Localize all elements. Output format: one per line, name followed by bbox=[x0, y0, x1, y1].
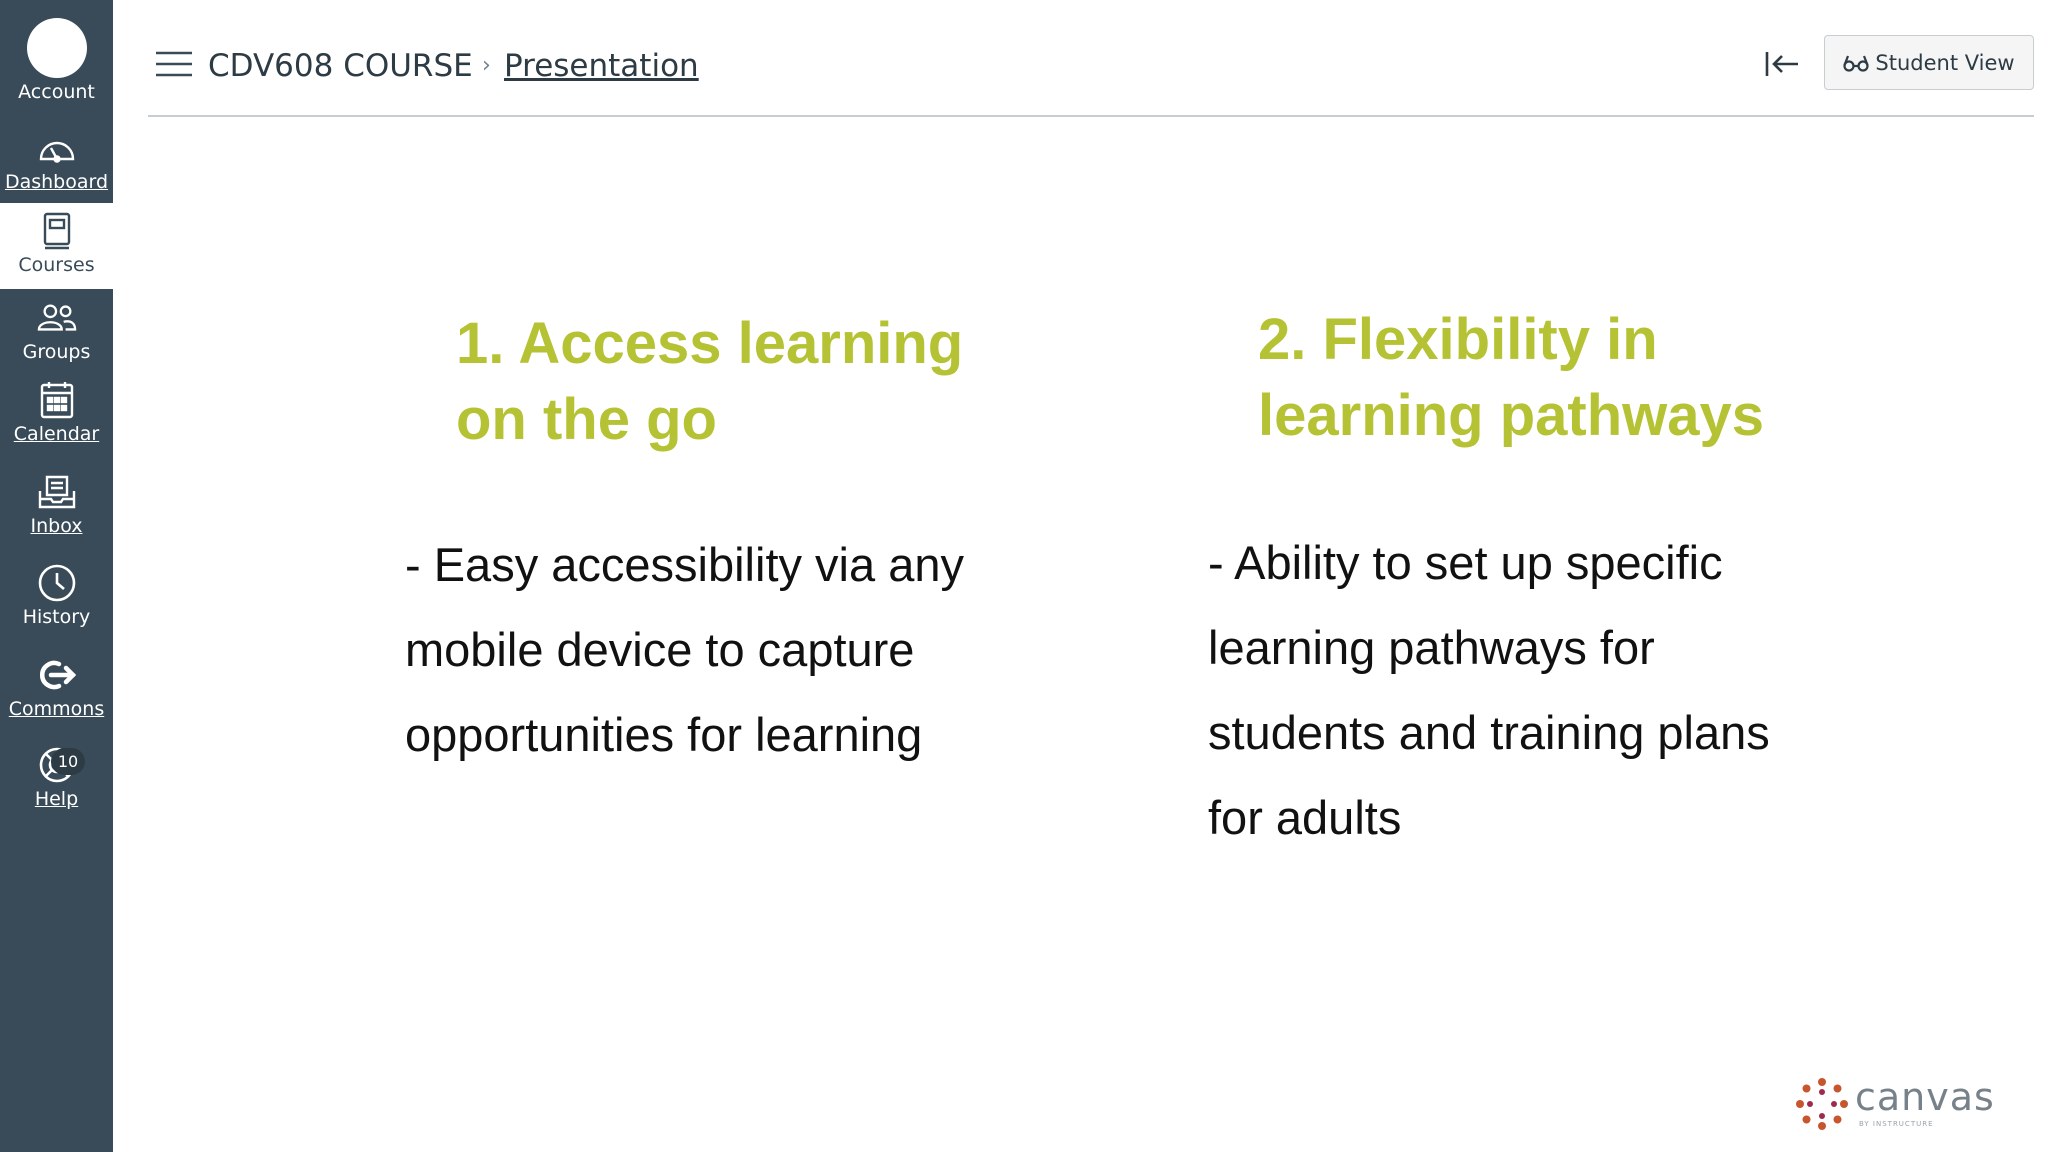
nav-inbox-label: Inbox bbox=[30, 515, 83, 537]
nav-dashboard[interactable]: Dashboard bbox=[0, 128, 113, 193]
nav-help[interactable]: 10 Help bbox=[0, 745, 113, 810]
nav-groups[interactable]: Groups bbox=[0, 298, 113, 363]
student-view-label: Student View bbox=[1875, 50, 2015, 75]
nav-account[interactable]: Account bbox=[0, 18, 113, 103]
slide-body-2-line1: - Ability to set up specific bbox=[1208, 536, 1723, 589]
inbox-icon bbox=[37, 472, 77, 512]
nav-calendar-label: Calendar bbox=[13, 423, 100, 445]
calendar-icon bbox=[37, 380, 77, 420]
nav-history-label: History bbox=[22, 606, 91, 628]
avatar bbox=[26, 18, 87, 78]
slide-heading-1-line1: 1. Access learning bbox=[456, 311, 964, 376]
hamburger-menu-icon[interactable] bbox=[156, 50, 192, 78]
global-nav: Account Dashboard Courses Groups Calenda… bbox=[0, 0, 113, 1152]
nav-account-label: Account bbox=[18, 81, 95, 103]
breadcrumb-current-page[interactable]: Presentation bbox=[504, 48, 699, 84]
dashboard-icon bbox=[37, 128, 77, 168]
commons-icon bbox=[37, 655, 77, 695]
slide-body-2-line2: learning pathways for bbox=[1208, 621, 1655, 674]
canvas-logo-tagline: BY INSTRUCTURE bbox=[1859, 1120, 1934, 1128]
breadcrumb-separator: › bbox=[482, 53, 491, 78]
slide-body-2-line4: for adults bbox=[1208, 791, 1402, 844]
canvas-logo: canvas BY INSTRUCTURE bbox=[1795, 1075, 1995, 1135]
slide-heading-2-line1: 2. Flexibility in bbox=[1258, 307, 1658, 372]
student-view-button[interactable]: Student View bbox=[1824, 35, 2034, 90]
help-badge: 10 bbox=[51, 748, 85, 775]
nav-groups-label: Groups bbox=[22, 341, 91, 363]
slide-body-1-line2: mobile device to capture bbox=[405, 623, 915, 676]
nav-history[interactable]: History bbox=[0, 563, 113, 628]
slide-heading-1-line2: on the go bbox=[456, 387, 717, 452]
canvas-logo-wordmark: canvas bbox=[1855, 1075, 1995, 1119]
collapse-left-icon[interactable] bbox=[1762, 46, 1802, 82]
nav-calendar[interactable]: Calendar bbox=[0, 380, 113, 445]
courses-icon bbox=[37, 211, 77, 251]
slide-body-2-line3: students and training plans bbox=[1208, 706, 1770, 759]
slide-heading-2-line2: learning pathways bbox=[1258, 383, 1765, 448]
history-icon bbox=[37, 563, 77, 603]
nav-commons[interactable]: Commons bbox=[0, 655, 113, 720]
nav-courses-label: Courses bbox=[18, 254, 95, 276]
nav-commons-label: Commons bbox=[8, 698, 105, 720]
nav-help-label: Help bbox=[34, 788, 79, 810]
nav-inbox[interactable]: Inbox bbox=[0, 472, 113, 537]
slide-body-1-line3: opportunities for learning bbox=[405, 708, 923, 761]
canvas-logo-mark bbox=[1796, 1078, 1848, 1130]
breadcrumb-course[interactable]: CDV608 COURSE bbox=[208, 48, 473, 84]
groups-icon bbox=[37, 298, 77, 338]
slide-body-1-line1: - Easy accessibility via any bbox=[405, 538, 964, 591]
nav-dashboard-label: Dashboard bbox=[4, 171, 109, 193]
nav-courses[interactable]: Courses bbox=[0, 203, 113, 289]
course-header: CDV608 COURSE › Presentation Student Vie… bbox=[148, 30, 2034, 117]
glasses-icon bbox=[1843, 55, 1870, 72]
